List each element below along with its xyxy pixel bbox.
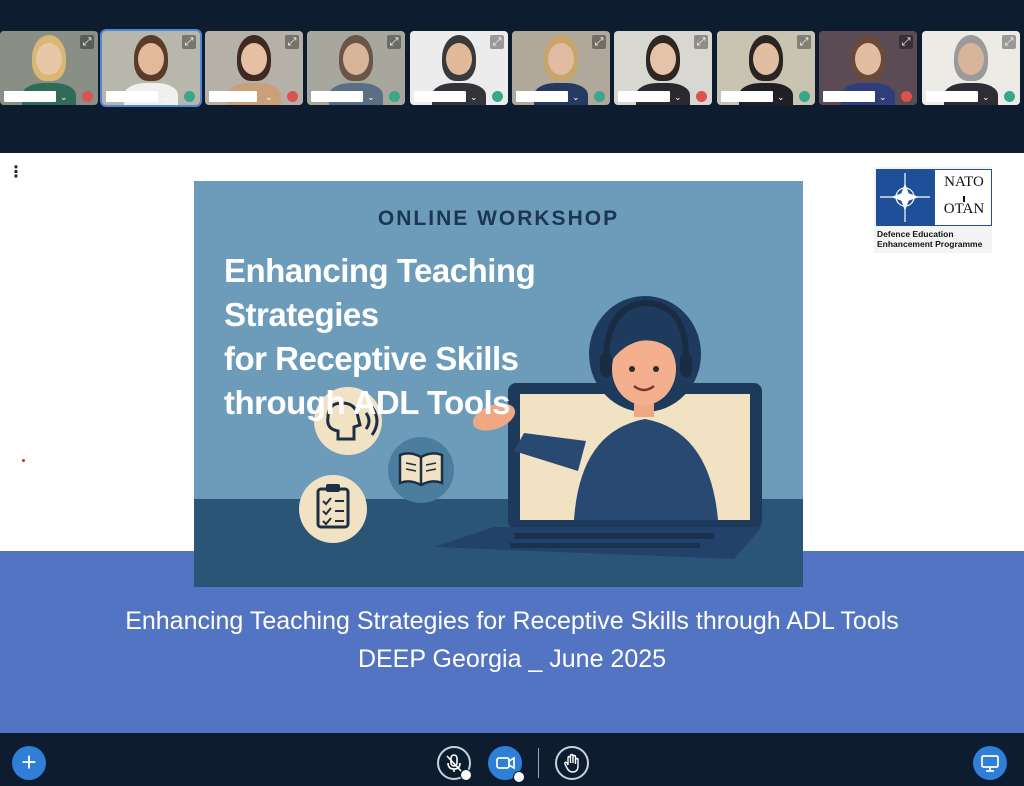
participant-tile[interactable]: ⤢ ⌄ [307,31,405,105]
slide-title-line: through ADL Tools [224,384,511,421]
participant-name-redacted [311,91,363,102]
raise-hand-button[interactable] [555,746,589,780]
chevron-down-icon[interactable]: ⌄ [367,91,375,103]
chevron-up-icon[interactable] [513,771,525,783]
screen-share-button[interactable] [973,746,1007,780]
presentation-area: ⋮ Enhancing Teaching Strategies for Rece… [0,153,1024,733]
nato-text: NATO [944,174,984,190]
toolbar-divider [538,748,539,778]
microphone-icon [799,91,810,102]
chevron-down-icon[interactable]: ⌄ [674,91,682,103]
chevron-down-icon[interactable]: ⌄ [162,91,170,103]
chevron-up-icon[interactable] [460,769,472,781]
slide-image: ONLINE WORKSHOP Enhancing Teaching Strat… [194,181,803,587]
meeting-toolbar: + [0,733,1024,786]
participant-face [343,43,369,75]
expand-icon[interactable]: ⤢ [387,35,401,49]
participant-face [446,43,472,75]
participant-tile[interactable]: ⤢ ⌄ [922,31,1020,105]
participant-face [753,43,779,75]
presentation-caption-subtitle: DEEP Georgia _ June 2025 [357,645,667,673]
chevron-down-icon[interactable]: ⌄ [470,91,478,103]
vertical-ellipsis-icon[interactable]: ⋮ [8,163,24,183]
expand-icon[interactable]: ⤢ [80,35,94,49]
nato-logo: NATO OTAN Defence Education Enhancement … [874,167,992,253]
expand-icon[interactable]: ⤢ [490,35,504,49]
slide-title: Enhancing Teaching Strategies for Recept… [224,249,694,425]
participant-name-redacted [721,91,773,102]
participant-tile[interactable]: ⤢ ⌄ [512,31,610,105]
microphone-muted-icon [696,91,707,102]
microphone-toggle-button[interactable] [437,746,472,781]
participant-tile[interactable]: ⤢ ⌄ [819,31,917,105]
actions-plus-button[interactable]: + [12,746,46,780]
slide-title-line: for Receptive Skills [224,340,519,377]
participant-tile[interactable]: ⤢ ⌄ [614,31,712,105]
expand-icon[interactable]: ⤢ [797,35,811,49]
logo-subtitle-line2: Enhancement Programme [877,239,983,249]
participant-name-redacted [209,91,257,102]
participant-tile[interactable]: ⤢ ⌄ [205,31,303,105]
microphone-icon [389,91,400,102]
participant-tile[interactable]: ⤢ ⌄ [410,31,508,105]
nato-wordmark: NATO OTAN [934,169,992,226]
microphone-muted-icon [82,91,93,102]
microphone-muted-icon [901,91,912,102]
microphone-icon [1004,91,1015,102]
participant-name-redacted [618,91,670,102]
nato-compass-emblem [876,169,934,226]
logo-subtitle-line1: Defence Education [877,229,954,239]
otan-text: OTAN [943,201,985,217]
raise-hand-icon [564,753,579,773]
participant-name-redacted [106,91,158,102]
microphone-icon [184,91,195,102]
participant-strip: ⤢ ⌄ ⤢ ⌄ ⤢ ⌄ ⤢ ⌄ ⤢ ⌄ ⤢ ⌄ ⤢ ⌄ ⤢ ⌄ ⤢ ⌄ ⤢ ⌄ [0,0,1024,153]
expand-icon[interactable]: ⤢ [1002,35,1016,49]
participant-tile[interactable]: ⤢ ⌄ [100,29,202,107]
chevron-down-icon[interactable]: ⌄ [60,91,68,103]
microphone-icon [492,91,503,102]
chevron-down-icon[interactable]: ⌄ [879,91,887,103]
expand-icon[interactable]: ⤢ [592,35,606,49]
presentation-caption-title: Enhancing Teaching Strategies for Recept… [125,607,899,635]
microphone-icon [594,91,605,102]
participant-face [548,43,574,75]
chevron-down-icon[interactable]: ⌄ [777,91,785,103]
chevron-down-icon[interactable]: ⌄ [982,91,990,103]
participant-tile[interactable]: ⤢ ⌄ [0,31,98,105]
participant-name-redacted [926,91,978,102]
participant-face [241,43,267,75]
participant-face [650,43,676,75]
expand-icon[interactable]: ⤢ [182,35,196,49]
chevron-down-icon[interactable]: ⌄ [265,91,273,103]
expand-icon[interactable]: ⤢ [694,35,708,49]
microphone-muted-icon [287,91,298,102]
participant-name-redacted [516,91,568,102]
camera-toggle-button[interactable] [488,746,525,783]
participant-tile[interactable]: ⤢ ⌄ [717,31,815,105]
pointer-dot [22,459,25,462]
participant-face [958,43,984,75]
participant-face [36,43,62,75]
screen-share-icon [981,755,999,772]
participant-face [138,43,164,75]
participant-name-redacted [414,91,466,102]
participant-face [855,43,881,75]
expand-icon[interactable]: ⤢ [285,35,299,49]
slide-kicker: ONLINE WORKSHOP [377,207,620,230]
slide-title-line: Enhancing Teaching Strategies [224,252,536,333]
plus-icon: + [21,747,37,777]
participant-name-redacted [823,91,875,102]
participant-name-redacted [4,91,56,102]
chevron-down-icon[interactable]: ⌄ [572,91,580,103]
expand-icon[interactable]: ⤢ [899,35,913,49]
